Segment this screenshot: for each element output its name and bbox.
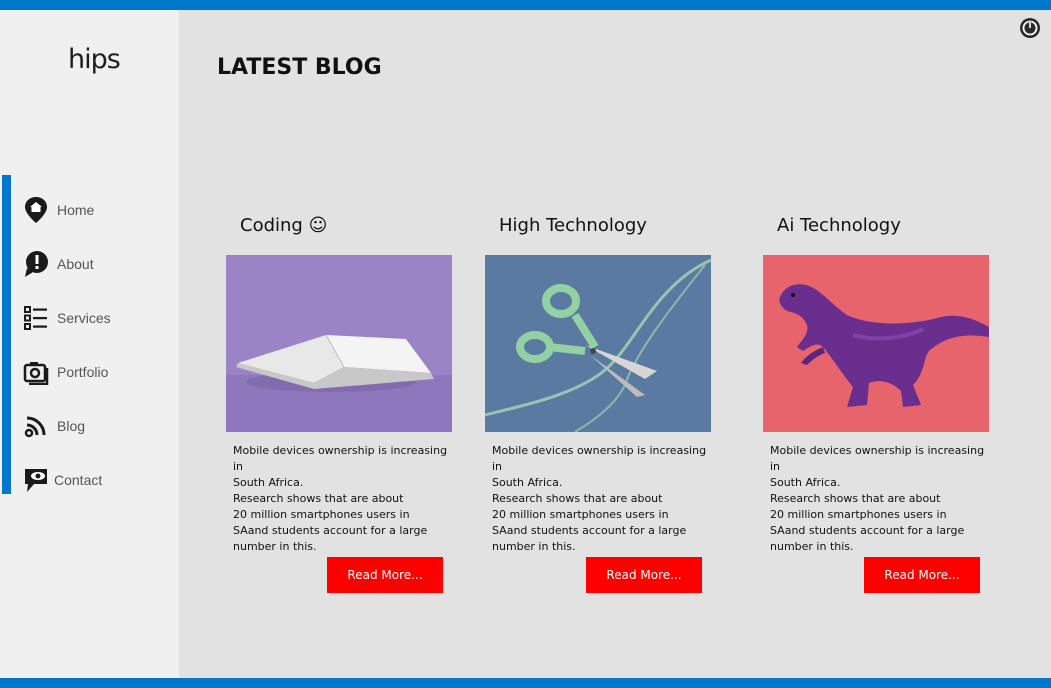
power-icon[interactable] — [1019, 17, 1041, 39]
card-text: Mobile devices ownership is increasing i… — [770, 444, 985, 553]
rss-icon — [22, 412, 50, 440]
card-title: Coding ☺ — [240, 215, 328, 236]
sidebar-item-label: Contact — [54, 472, 103, 488]
sidebar-item-portfolio[interactable]: Portfolio — [22, 355, 172, 389]
sidebar-item-blog[interactable]: Blog — [22, 409, 172, 443]
card-image-scissors[interactable] — [485, 255, 711, 432]
card-image-book[interactable] — [226, 255, 452, 432]
top-accent-bar — [0, 0, 1051, 10]
sidebar-item-label: Portfolio — [57, 364, 109, 380]
sidebar-item-label: About — [57, 256, 94, 272]
info-bubble-icon — [22, 250, 50, 278]
read-more-button[interactable]: Read More... — [586, 557, 702, 593]
card-text: Mobile devices ownership is increasing i… — [492, 444, 707, 553]
list-icon — [22, 304, 50, 332]
card-title: High Technology — [499, 215, 647, 236]
read-more-button[interactable]: Read More... — [864, 557, 980, 593]
sidebar: hips — [0, 10, 179, 678]
card-title: Ai Technology — [777, 215, 901, 236]
sidebar-item-label: Home — [57, 202, 95, 218]
sidebar-item-label: Services — [57, 310, 111, 326]
sidebar-item-home[interactable]: Home — [22, 193, 172, 227]
card-image-dinosaur[interactable] — [763, 255, 989, 432]
sidebar-item-services[interactable]: Services — [22, 301, 172, 335]
logo[interactable]: hips — [68, 44, 121, 75]
read-more-button[interactable]: Read More... — [327, 557, 443, 593]
camera-icon — [22, 358, 50, 386]
home-pin-icon — [22, 196, 50, 224]
page-title: LATEST BLOG — [217, 55, 382, 80]
bottom-accent-bar — [0, 678, 1051, 688]
sidebar-item-contact[interactable]: Contact — [22, 463, 172, 497]
chat-eye-icon — [22, 466, 50, 494]
card-text: Mobile devices ownership is increasing i… — [233, 444, 448, 553]
sidebar-item-label: Blog — [57, 418, 86, 434]
nav-active-indicator — [2, 175, 11, 494]
sidebar-item-about[interactable]: About — [22, 247, 172, 281]
